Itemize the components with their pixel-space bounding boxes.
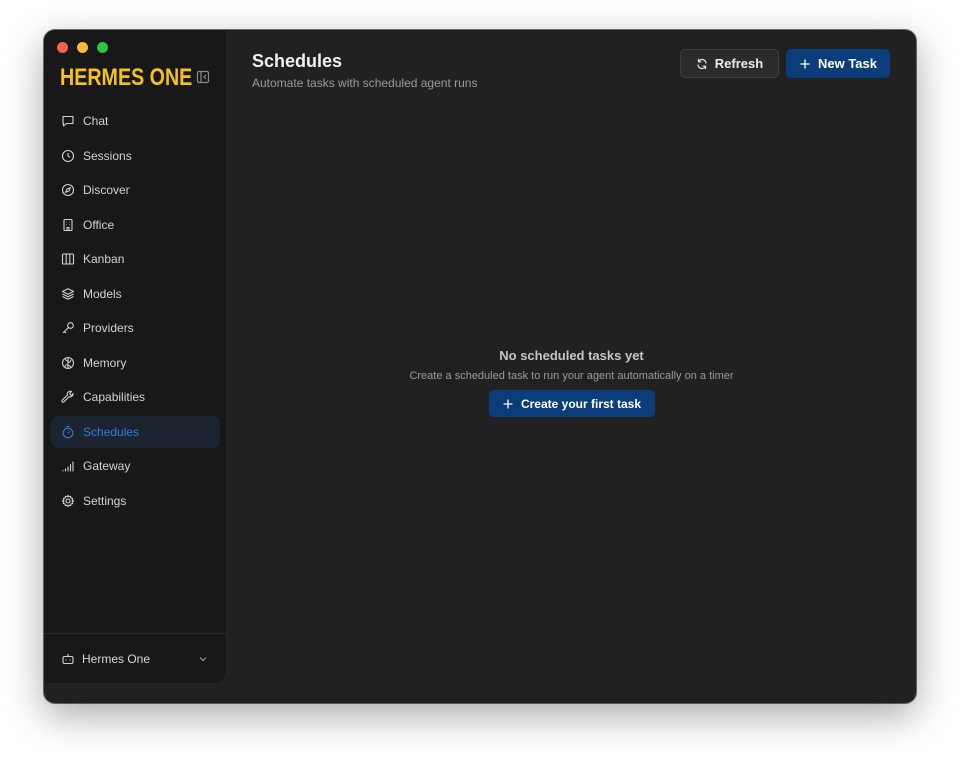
new-task-button[interactable]: New Task <box>786 49 890 78</box>
sidebar-item-office[interactable]: Office <box>51 209 220 241</box>
create-first-task-button[interactable]: Create your first task <box>488 390 655 417</box>
plus-icon <box>503 398 513 409</box>
profile-switcher[interactable]: Hermes One <box>51 643 219 675</box>
sidebar-item-chat[interactable]: Chat <box>51 105 220 137</box>
compass-icon <box>61 183 75 197</box>
plus-icon <box>800 58 810 69</box>
clock-icon <box>61 149 75 162</box>
gear-icon <box>61 494 75 507</box>
create-first-task-label: Create your first task <box>520 396 642 411</box>
refresh-label: Refresh <box>714 56 764 71</box>
sidebar-item-label: Discover <box>83 183 130 197</box>
sidebar-item-label: Office <box>83 217 115 232</box>
sidebar-item-providers[interactable]: Providers <box>51 312 220 344</box>
app-window: HERMES ONE Chat Sessions Discover Office <box>44 30 916 703</box>
new-task-label: New Task <box>817 56 877 71</box>
empty-state-description: Create a scheduled task to run your agen… <box>409 370 734 382</box>
refresh-icon <box>697 58 707 69</box>
sidebar-item-label: Settings <box>83 493 127 508</box>
building-icon <box>63 218 73 231</box>
sidebar-item-label: Kanban <box>83 252 125 266</box>
sidebar-item-models[interactable]: Models <box>51 278 220 310</box>
sidebar-item-label: Schedules <box>83 424 140 439</box>
brain-icon <box>61 356 75 369</box>
sidebar-item-schedules[interactable]: Schedules <box>51 415 220 448</box>
sidebar-item-label: Chat <box>83 114 109 128</box>
sidebar-footer: Hermes One <box>44 633 226 683</box>
layers-icon <box>61 287 75 300</box>
sidebar-nav: Chat Sessions Discover Office Kanban Mod… <box>51 105 220 519</box>
sidebar-item-memory[interactable]: Memory <box>51 347 220 379</box>
sidebar-item-sessions[interactable]: Sessions <box>51 140 220 172</box>
refresh-button[interactable]: Refresh <box>680 49 779 78</box>
chevron-down-icon <box>199 657 207 662</box>
sidebar-item-settings[interactable]: Settings <box>51 485 220 517</box>
empty-state: No scheduled tasks yet Create a schedule… <box>227 348 916 417</box>
sidebar-item-label: Models <box>83 286 122 301</box>
app-logo: HERMES ONE <box>60 64 193 91</box>
columns-icon <box>61 253 75 265</box>
page-subtitle: Automate tasks with scheduled agent runs <box>252 76 478 90</box>
sidebar-collapse-icon[interactable] <box>196 70 210 84</box>
zoom-window-button[interactable] <box>97 42 108 53</box>
minimize-window-button[interactable] <box>77 42 88 53</box>
sidebar-item-label: Providers <box>83 321 134 335</box>
signal-icon <box>62 461 74 472</box>
key-icon <box>62 322 74 334</box>
chat-icon <box>62 115 74 127</box>
traffic-lights <box>57 42 108 53</box>
sidebar: HERMES ONE Chat Sessions Discover Office <box>44 30 227 683</box>
bot-icon <box>62 654 74 665</box>
empty-state-title: No scheduled tasks yet <box>499 348 644 363</box>
wrench-icon <box>61 390 74 403</box>
page-title: Schedules <box>252 51 343 71</box>
timer-icon <box>62 425 74 438</box>
sidebar-item-discover[interactable]: Discover <box>51 174 220 206</box>
sidebar-item-kanban[interactable]: Kanban <box>51 243 220 275</box>
profile-name: Hermes One <box>82 652 151 666</box>
close-window-button[interactable] <box>57 42 68 53</box>
sidebar-item-label: Capabilities <box>83 390 146 404</box>
sidebar-item-label: Sessions <box>83 148 132 163</box>
main-content: Schedules Automate tasks with scheduled … <box>227 30 916 703</box>
sidebar-item-capabilities[interactable]: Capabilities <box>51 381 220 413</box>
sidebar-item-label: Gateway <box>83 459 131 473</box>
sidebar-item-gateway[interactable]: Gateway <box>51 450 220 482</box>
sidebar-item-label: Memory <box>83 355 127 370</box>
